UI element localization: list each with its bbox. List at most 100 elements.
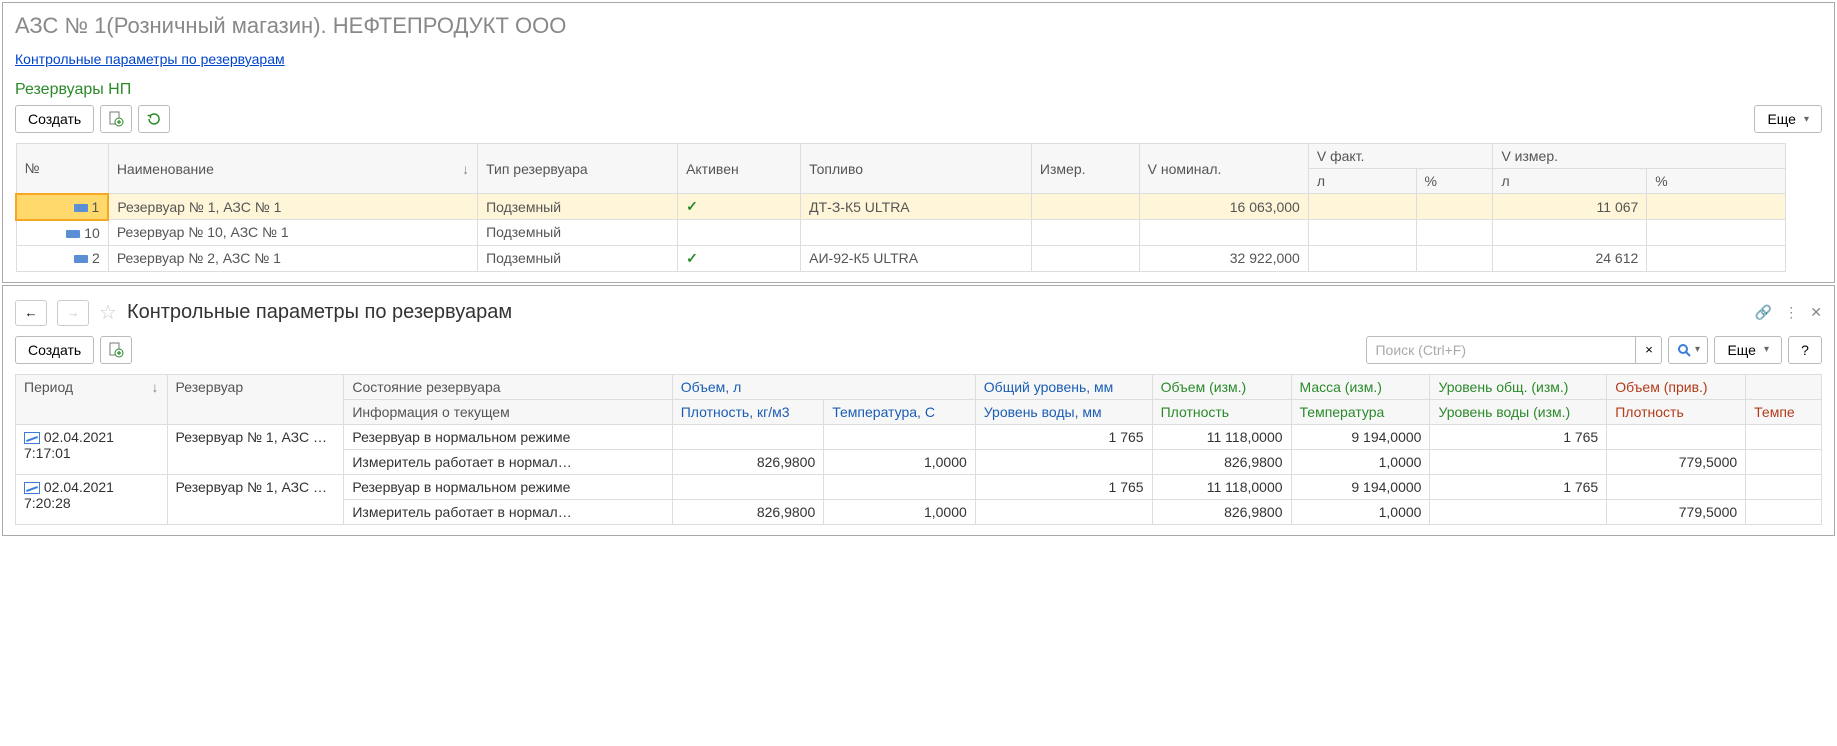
copy-create-button-2[interactable] [100,336,132,364]
cell-temp-p [1746,499,1822,524]
cell-state: Резервуар в нормальном режиме [344,474,672,499]
refresh-button[interactable] [138,105,170,133]
cell-temp-p-empty [1746,474,1822,499]
close-icon[interactable]: ✕ [1810,304,1822,321]
more-button[interactable]: Еще [1754,105,1822,133]
cell-temp-p-empty [1746,424,1822,449]
cell-name: Резервуар № 2, АЗС № 1 [108,245,477,271]
create-button-2[interactable]: Создать [15,336,94,364]
col-active[interactable]: Активен [678,144,801,194]
col-vmeas-pct[interactable]: % [1647,169,1786,194]
cell-mass-m: 9 194,0000 [1291,474,1430,499]
col-vol-p[interactable]: Объем (прив.) [1607,374,1746,399]
cell-vol [672,474,824,499]
col-level[interactable]: Общий уровень, мм [975,374,1152,399]
top-toolbar: Создать Еще [15,105,1822,133]
table-row[interactable]: 02.04.20217:17:01Резервуар № 1, АЗС № 1 … [16,424,1822,449]
cell-vmeas-p [1647,194,1786,220]
col-vfact[interactable]: V факт. [1308,144,1493,169]
col-dens-m[interactable]: Плотность [1152,399,1291,424]
help-button[interactable]: ? [1788,336,1822,364]
col-temp-p[interactable]: Темпе [1746,399,1822,424]
cell-vol-m: 11 118,0000 [1152,424,1291,449]
col-state[interactable]: Состояние резервуара [344,374,672,399]
table-row[interactable]: 2Резервуар № 2, АЗС № 1Подземный✓АИ-92-К… [16,245,1785,271]
top-panel: АЗС № 1(Розничный магазин). НЕФТЕПРОДУКТ… [2,2,1835,283]
col-lvl-m[interactable]: Уровень общ. (изм.) [1430,374,1607,399]
col-vmeas-l[interactable]: л [1493,169,1647,194]
cell-tank: Резервуар № 1, АЗС № 1 на АЗ… [167,424,344,474]
check-icon: ✓ [686,198,698,214]
cell-dens-m: 826,9800 [1152,499,1291,524]
cell-type: Подземный [478,194,678,220]
search-clear-button[interactable]: × [1636,336,1662,364]
cell-tank: Резервуар № 1, АЗС № 1 на АЗ… [167,474,344,524]
cell-water-m [1430,449,1607,474]
cell-active: ✓ [678,245,801,271]
cell-temp: 1,0000 [824,449,976,474]
search-button[interactable] [1668,336,1708,364]
col-temp[interactable]: Температура, С [824,399,976,424]
cell-dens: 826,9800 [672,499,824,524]
table-row[interactable]: 10Резервуар № 10, АЗС № 1Подземный [16,220,1785,246]
col-mass-m[interactable]: Масса (изм.) [1291,374,1430,399]
col-vol[interactable]: Объем, л [672,374,975,399]
col-vnom[interactable]: V номинал. [1139,144,1308,194]
cell-meas [1031,220,1139,246]
search-group: × [1366,336,1708,364]
col-vmeas[interactable]: V измер. [1493,144,1785,169]
col-water[interactable]: Уровень воды, мм [975,399,1152,424]
cell-temp-p [1746,449,1822,474]
document-plus-icon [108,342,124,358]
cell-meas [1031,245,1139,271]
cell-period: 02.04.20217:17:01 [16,424,168,474]
search-input[interactable] [1366,336,1636,364]
tank-icon [74,255,88,263]
cell-vfact-l [1308,245,1416,271]
table-row[interactable]: 02.04.20217:20:28Резервуар № 1, АЗС № 1 … [16,474,1822,499]
control-params-link[interactable]: Контрольные параметры по резервуарам [15,51,285,67]
cell-vmeas-l: 24 612 [1493,245,1647,271]
col-vfact-l[interactable]: л [1308,169,1416,194]
params-grid[interactable]: Период↓ Резервуар Состояние резервуара О… [15,374,1822,525]
col-info[interactable]: Информация о текущем [344,399,672,424]
cell-vnom: 32 922,000 [1139,245,1308,271]
tanks-grid[interactable]: № Наименование↓ Тип резервуара Активен Т… [15,143,1786,272]
col-vfact-pct[interactable]: % [1416,169,1493,194]
col-fuel[interactable]: Топливо [801,144,1032,194]
create-button[interactable]: Создать [15,105,94,133]
cell-num: 2 [16,245,108,271]
col-vol-m[interactable]: Объем (изм.) [1152,374,1291,399]
table-row[interactable]: 1Резервуар № 1, АЗС № 1Подземный✓ДТ-З-К5… [16,194,1785,220]
cell-num: 1 [16,194,108,220]
nav-back-button[interactable]: ← [15,300,47,326]
col-dens-p[interactable]: Плотность [1607,399,1746,424]
more-button-2[interactable]: Еще [1714,336,1782,364]
cell-dens-p: 779,5000 [1607,449,1746,474]
col-temp-m[interactable]: Температура [1291,399,1430,424]
col-num[interactable]: № [16,144,108,194]
cell-water [975,499,1152,524]
cell-fuel: АИ-92-К5 ULTRA [801,245,1032,271]
copy-create-button[interactable] [100,105,132,133]
col-dens[interactable]: Плотность, кг/м3 [672,399,824,424]
sort-indicator: ↓ [462,161,469,177]
favorite-star-icon[interactable]: ☆ [99,300,117,325]
bottom-toolbar: Создать × Еще ? [15,336,1822,364]
cell-vfact-p [1416,194,1493,220]
cell-vol-p [1607,474,1746,499]
cell-dens-p: 779,5000 [1607,499,1746,524]
cell-vmeas-l [1493,220,1647,246]
kebab-menu-icon[interactable]: ⋮ [1784,304,1798,321]
col-meas[interactable]: Измер. [1031,144,1139,194]
link-icon[interactable]: 🔗 [1755,304,1772,321]
col-period[interactable]: Период↓ [16,374,168,424]
cell-water [975,449,1152,474]
col-temp-p-cut[interactable] [1746,374,1822,399]
col-name[interactable]: Наименование↓ [108,144,477,194]
col-tank[interactable]: Резервуар [167,374,344,424]
check-icon: ✓ [686,250,698,266]
col-type[interactable]: Тип резервуара [478,144,678,194]
col-water-m[interactable]: Уровень воды (изм.) [1430,399,1607,424]
cell-water-m [1430,499,1607,524]
